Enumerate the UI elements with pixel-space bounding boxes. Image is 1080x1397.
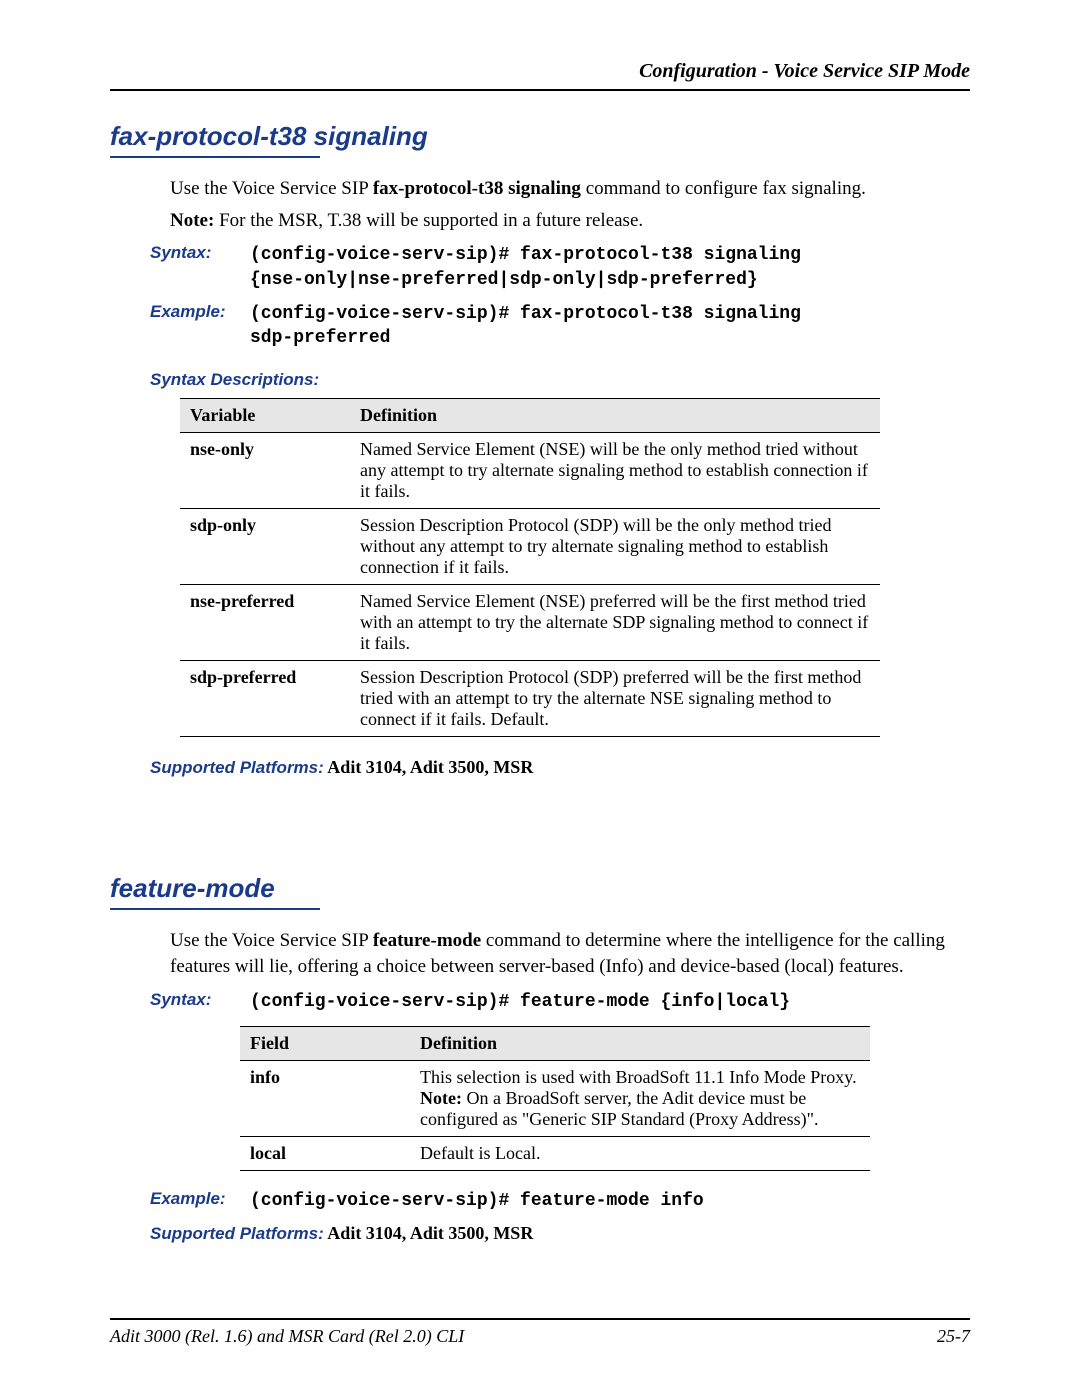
table-cell-definition: Session Description Protocol (SDP) will … (350, 509, 880, 585)
table-header-variable: Variable (180, 399, 350, 433)
syntax-descriptions-table: Variable Definition nse-only Named Servi… (180, 398, 880, 737)
table-cell-variable: sdp-only (180, 509, 350, 585)
table-cell-definition: Named Service Element (NSE) will be the … (350, 433, 880, 509)
syntax-row: Syntax: (config-voice-serv-sip)# feature… (150, 990, 970, 1014)
supported-platforms-value: Adit 3104, Adit 3500, MSR (324, 1223, 534, 1243)
definition-prefix: This selection is used with BroadSoft 11… (420, 1067, 857, 1087)
table-cell-definition: Named Service Element (NSE) preferred wi… (350, 585, 880, 661)
table-row: nse-preferred Named Service Element (NSE… (180, 585, 880, 661)
section-body: Use the Voice Service SIP feature-mode c… (170, 928, 970, 979)
intro-paragraph: Use the Voice Service SIP feature-mode c… (170, 928, 970, 979)
table-row: local Default is Local. (240, 1137, 870, 1171)
table-cell-variable: sdp-preferred (180, 661, 350, 737)
table-cell-definition: This selection is used with BroadSoft 11… (410, 1061, 870, 1137)
example-command: (config-voice-serv-sip)# feature-mode in… (250, 1189, 704, 1213)
section-fax-protocol: fax-protocol-t38 signaling Use the Voice… (110, 121, 970, 778)
footer-left: Adit 3000 (Rel. 1.6) and MSR Card (Rel 2… (110, 1326, 464, 1347)
definition-prefix: Default is Local. (420, 1143, 540, 1163)
note-label: Note: (170, 210, 214, 231)
intro-command-name: fax-protocol-t38 signaling (373, 178, 581, 199)
table-header-definition: Definition (350, 399, 880, 433)
table-cell-field: info (240, 1061, 410, 1137)
table-cell-variable: nse-preferred (180, 585, 350, 661)
note-text: For the MSR, T.38 will be supported in a… (214, 210, 643, 231)
example-row: Example: (config-voice-serv-sip)# fax-pr… (150, 302, 970, 351)
syntax-label: Syntax: (150, 243, 250, 263)
example-label: Example: (150, 1189, 250, 1209)
syntax-descriptions-label: Syntax Descriptions: (150, 370, 970, 390)
table-cell-definition: Default is Local. (410, 1137, 870, 1171)
intro-command-name: feature-mode (373, 930, 481, 951)
example-row: Example: (config-voice-serv-sip)# featur… (150, 1189, 970, 1213)
table-cell-field: local (240, 1137, 410, 1171)
footer-rule (110, 1318, 970, 1320)
syntax-row: Syntax: (config-voice-serv-sip)# fax-pro… (150, 243, 970, 292)
supported-platforms-label: Supported Platforms: (150, 1224, 324, 1243)
definition-suffix: On a BroadSoft server, the Adit device m… (420, 1088, 818, 1129)
feature-mode-table: Field Definition info This selection is … (240, 1026, 870, 1171)
section-title: fax-protocol-t38 signaling (110, 121, 970, 152)
intro-prefix: Use the Voice Service SIP (170, 178, 373, 199)
section-title: feature-mode (110, 873, 970, 904)
title-underline (110, 908, 320, 910)
page-footer: Adit 3000 (Rel. 1.6) and MSR Card (Rel 2… (110, 1318, 970, 1347)
syntax-command: (config-voice-serv-sip)# fax-protocol-t3… (250, 243, 801, 292)
intro-prefix: Use the Voice Service SIP (170, 930, 373, 951)
table-header-field: Field (240, 1027, 410, 1061)
footer-page-number: 25-7 (937, 1326, 970, 1347)
syntax-command: (config-voice-serv-sip)# feature-mode {i… (250, 990, 790, 1014)
supported-platforms-value: Adit 3104, Adit 3500, MSR (324, 757, 534, 777)
example-command: (config-voice-serv-sip)# fax-protocol-t3… (250, 302, 801, 351)
header-rule (110, 89, 970, 91)
table-cell-definition: Session Description Protocol (SDP) prefe… (350, 661, 880, 737)
running-head: Configuration - Voice Service SIP Mode (110, 60, 970, 83)
definition-note-label: Note: (420, 1088, 462, 1108)
page: Configuration - Voice Service SIP Mode f… (0, 0, 1080, 1397)
table-header-definition: Definition (410, 1027, 870, 1061)
supported-platforms-label: Supported Platforms: (150, 758, 324, 777)
section-body: Use the Voice Service SIP fax-protocol-t… (170, 176, 970, 233)
section-feature-mode: feature-mode Use the Voice Service SIP f… (110, 873, 970, 1244)
table-row: info This selection is used with BroadSo… (240, 1061, 870, 1137)
intro-paragraph: Use the Voice Service SIP fax-protocol-t… (170, 176, 970, 202)
intro-suffix: command to configure fax signaling. (581, 178, 866, 199)
example-label: Example: (150, 302, 250, 322)
table-row: nse-only Named Service Element (NSE) wil… (180, 433, 880, 509)
table-row: sdp-only Session Description Protocol (S… (180, 509, 880, 585)
table-row: sdp-preferred Session Description Protoc… (180, 661, 880, 737)
supported-platforms: Supported Platforms: Adit 3104, Adit 350… (150, 757, 970, 778)
note-paragraph: Note: For the MSR, T.38 will be supporte… (170, 208, 970, 234)
table-cell-variable: nse-only (180, 433, 350, 509)
syntax-label: Syntax: (150, 990, 250, 1010)
supported-platforms: Supported Platforms: Adit 3104, Adit 350… (150, 1223, 970, 1244)
title-underline (110, 156, 320, 158)
